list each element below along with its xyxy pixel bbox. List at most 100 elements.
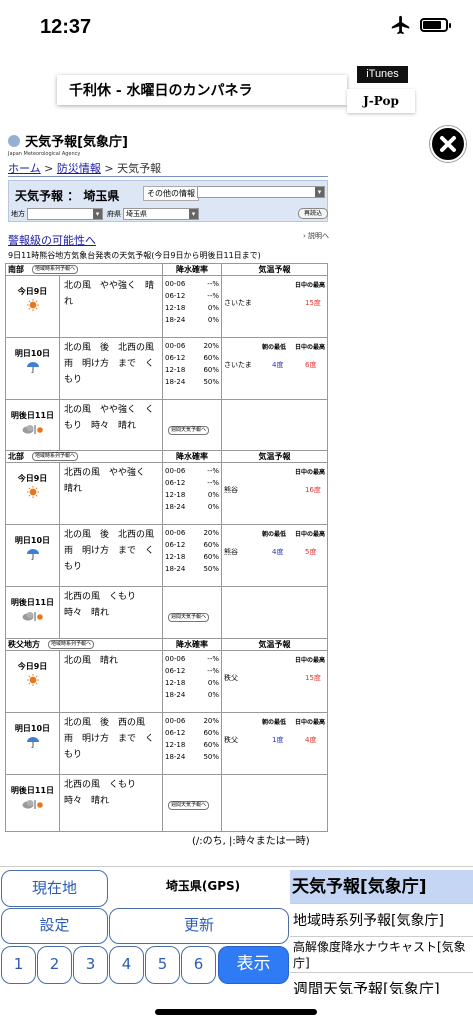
forecast-table: 北部 地域時系列予報へ 降水確率 気温予報 今日9日 北西の風 やや強く 晴れ 0… [5,450,328,644]
rain-value: 60% [203,366,219,374]
number-button-1[interactable]: 1 [1,946,36,984]
rain-value: 0% [207,491,219,499]
show-button[interactable]: 表示 [218,946,289,984]
cloudy-sun-icon [6,610,59,622]
home-indicator[interactable] [155,1009,317,1015]
rain-value: 0% [207,503,219,511]
rain-row: 00-06 --% [165,653,219,665]
divider [0,866,473,867]
rain-row: 00-06 20% [165,715,219,727]
rain-value: 20% [203,529,219,537]
temp-header: 気温予報 [221,263,328,276]
day-label: 明日10日 [14,349,51,358]
area-name: 北部 [8,452,24,461]
number-button-5[interactable]: 5 [145,946,180,984]
itunes-badge[interactable]: iTunes [357,66,408,83]
announcement: 9日11時熊谷地方気象台発表の天気予報(今日9日から明後日11日まで) [8,251,261,260]
timeseries-button[interactable]: 地域時系列予報へ [48,640,95,649]
source-item-tenki[interactable]: 天気予報[気象庁] [290,870,473,904]
number-button-6[interactable]: 6 [181,946,216,984]
min-temp-label: 朝の最低 [262,531,287,538]
day-cell: 今日9日 [5,275,60,338]
forecast-row: 明日10日 北の風 後 北西の風 雨 明け方 まで くもり 00-06 20% 06… [5,337,328,400]
rain-period: 06-12 [165,541,186,549]
web-content: 天気予報[気象庁] Japan Meteorological Agency ホー… [0,120,473,865]
source-item-jikeiretsu[interactable]: 地域時系列予報[気象庁] [290,905,473,937]
forecast-row: 明日10日 北の風 後 西の風 雨 明け方 まで くもり 00-06 20% 06-… [5,712,328,775]
rain-row: 18-24 0% [165,501,219,513]
max-temp: 4度 [305,736,317,744]
reload-button[interactable]: 再読込 [298,208,328,219]
rain-probability-cell: 週間天気予報へ [162,586,222,644]
close-button[interactable] [430,126,466,162]
rain-row: 06-12 60% [165,727,219,739]
fuken-select[interactable]: 埼玉県 [123,208,199,220]
sunny-icon [6,299,59,311]
chihou-select[interactable] [27,208,103,220]
rain-period: 12-18 [165,679,186,687]
weekly-forecast-button[interactable]: 週間天気予報へ [168,801,210,810]
weather-text: 北西の風 くもり 時々 晴れ [59,774,163,832]
other-info-label: その他の情報 [143,186,199,201]
current-location-button[interactable]: 現在地 [1,870,108,907]
update-button[interactable]: 更新 [109,908,289,944]
source-item-nowcast[interactable]: 高解像度降水ナウキャスト[気象庁] [290,938,473,973]
number-button-4[interactable]: 4 [109,946,144,984]
rain-row: 06-12 --% [165,477,219,489]
sunny-icon [6,486,59,498]
area-name-cell: 秩父地方 地域時系列予報へ [5,638,163,651]
rain-period: 06-12 [165,292,186,300]
rain-period: 12-18 [165,741,186,749]
rain-row: 12-18 60% [165,551,219,563]
breadcrumb-separator: > [40,162,57,175]
forecast-row: 明後日11日 北の風 やや強く くもり 時々 晴れ 週間天気予報へ [5,399,328,457]
day-label: 明日10日 [14,724,51,733]
rain-row: 12-18 0% [165,677,219,689]
explain-link[interactable]: › 説明へ [303,231,329,241]
temp-header: 気温予報 [221,638,328,651]
source-item-weekly[interactable]: 週間天気予報[気象庁] [290,976,473,994]
warning-link[interactable]: 警報級の可能性へ [8,232,96,248]
rain-probability-cell: 週間天気予報へ [162,399,222,457]
weather-text: 北の風 晴れ [59,650,163,713]
forecast-table: 南部 地域時系列予報へ 降水確率 気温予報 今日9日 北の風 やや強く 晴れ 00… [5,263,328,457]
now-playing-title: 千利休 - 水曜日のカンパネラ [69,83,253,99]
rain-period: 18-24 [165,316,186,324]
day-label: 今日9日 [17,287,48,296]
table-header-row: 南部 地域時系列予報へ 降水確率 気温予報 [5,263,328,276]
timeseries-button[interactable]: 地域時系列予報へ [32,452,79,461]
rain-probability-cell: 00-06 20% 06-12 60% 12-18 60% 18-24 50% [162,337,222,400]
forecast-table: 秩父地方 地域時系列予報へ 降水確率 気温予報 今日9日 北の風 晴れ 00-06… [5,638,328,832]
rain-value: 50% [203,565,219,573]
rain-value: 60% [203,541,219,549]
weather-text: 北西の風 くもり 時々 晴れ [59,586,163,644]
other-info-select[interactable] [197,186,325,198]
weather-text: 北の風 後 北西の風 雨 明け方 まで くもり [59,337,163,400]
rain-row: 06-12 60% [165,539,219,551]
weekly-forecast-button[interactable]: 週間天気予報へ [168,613,210,622]
breadcrumb-home-link[interactable]: ホーム [8,162,41,175]
rain-value: 0% [207,691,219,699]
weekly-forecast-button[interactable]: 週間天気予報へ [168,426,210,435]
genre-label: J-Pop [347,89,415,113]
jma-logo: 天気予報[気象庁] Japan Meteorological Agency [8,130,128,157]
forecast-row: 今日9日 北の風 やや強く 晴れ 00-06 --% 06-12 --% 12-18 0%… [5,275,328,338]
rain-period: 18-24 [165,753,186,761]
number-button-2[interactable]: 2 [37,946,72,984]
rain-probability-cell: 00-06 --% 06-12 --% 12-18 0% 18-24 0% [162,275,222,338]
timeseries-button[interactable]: 地域時系列予報へ [32,265,79,274]
jma-mark-icon [8,134,20,147]
day-cell: 今日9日 [5,650,60,713]
city-name: さいたま [224,361,252,369]
rain-period: 00-06 [165,717,186,725]
number-button-3[interactable]: 3 [73,946,108,984]
legend-note: (/:のち, |:時々または一時) [192,836,310,847]
min-temp: 4度 [272,361,284,369]
settings-button[interactable]: 設定 [1,908,108,944]
chihou-label: 地方 [11,210,25,218]
now-playing-banner[interactable]: 千利休 - 水曜日のカンパネラ [57,75,347,105]
breadcrumb-bousai-link[interactable]: 防災情報 [57,162,101,175]
city-name: 熊谷 [224,486,238,494]
weather-text: 北の風 後 西の風 雨 明け方 まで くもり [59,712,163,775]
min-temp: 1度 [272,736,284,744]
